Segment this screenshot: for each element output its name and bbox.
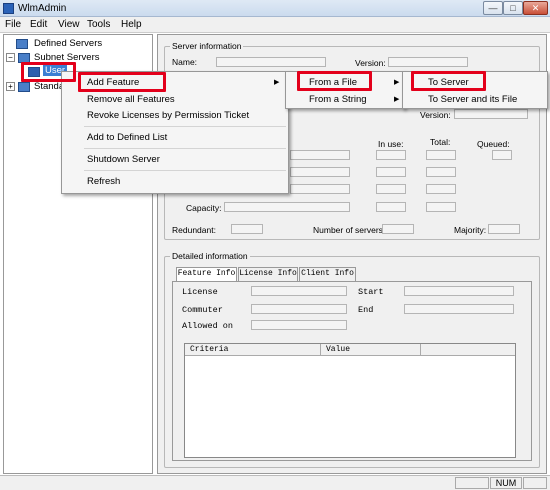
start-label: Start [358, 287, 384, 297]
field [376, 167, 406, 177]
app-icon [3, 3, 14, 14]
column-divider [420, 344, 421, 356]
menu-item-remove-all-features[interactable]: Remove all Features [87, 94, 175, 105]
allowed-on-label: Allowed on [182, 321, 234, 331]
column-header-criteria[interactable]: Criteria [190, 345, 228, 354]
license-field [251, 286, 347, 296]
column-header-value[interactable]: Value [326, 345, 350, 354]
field [426, 184, 456, 194]
submenu-arrow-icon: ▶ [394, 79, 400, 86]
total-label: Total: [430, 137, 451, 147]
field [376, 150, 406, 160]
tab-license-info[interactable]: License Info [238, 267, 298, 281]
version-field-2 [454, 109, 528, 119]
capacity-label: Capacity: [186, 203, 222, 213]
menu-edit[interactable]: Edit [30, 19, 47, 30]
in-use-label: In use: [378, 139, 404, 149]
field [290, 184, 350, 194]
maximize-button[interactable]: □ [503, 1, 523, 15]
menu-separator [84, 170, 286, 171]
tree-label: Defined Servers [34, 38, 103, 49]
group-title: Server information [170, 41, 244, 51]
status-cell [455, 477, 489, 489]
server-icon [16, 39, 28, 49]
highlight-box-user [21, 62, 76, 82]
table-header: Criteria Value [185, 344, 515, 356]
name-field [216, 57, 326, 67]
submenu-arrow-icon: ▶ [394, 96, 400, 103]
close-button[interactable]: ✕ [523, 1, 548, 15]
field [376, 184, 406, 194]
field [376, 202, 406, 212]
majority-label: Majority: [454, 225, 487, 235]
criteria-table[interactable]: Criteria Value [184, 343, 516, 458]
tab-feature-info[interactable]: Feature Info [176, 267, 237, 282]
expand-icon[interactable]: + [6, 82, 15, 91]
field [492, 150, 512, 160]
column-divider [320, 344, 321, 356]
capacity-field [224, 202, 350, 212]
title-bar: WlmAdmin — □ ✕ [0, 0, 550, 17]
menu-item-shutdown-server[interactable]: Shutdown Server [87, 154, 160, 165]
field [290, 150, 350, 160]
submenu-arrow-icon: ▶ [274, 79, 280, 86]
menu-item-add-to-defined-list[interactable]: Add to Defined List [87, 132, 167, 143]
server-icon [18, 82, 30, 92]
field [426, 202, 456, 212]
highlight-box-from-a-file [297, 71, 372, 91]
tree-label: Standa [34, 81, 65, 92]
field [426, 167, 456, 177]
allowed-on-field [251, 320, 347, 330]
queued-label: Queued: [477, 139, 510, 149]
collapse-icon[interactable]: − [6, 53, 15, 62]
number-of-servers-field [382, 224, 414, 234]
status-cell [523, 477, 547, 489]
menu-file[interactable]: File [5, 19, 21, 30]
field [426, 150, 456, 160]
menu-bar: File Edit View Tools Help [0, 17, 550, 33]
num-lock-indicator: NUM [490, 477, 522, 489]
status-bar: NUM [0, 475, 550, 490]
commuter-label: Commuter [182, 305, 223, 315]
menu-separator [84, 148, 286, 149]
menu-view[interactable]: View [58, 19, 80, 30]
name-label: Name: [172, 57, 198, 67]
menu-tools[interactable]: Tools [87, 19, 110, 30]
start-field [404, 286, 514, 296]
number-of-servers-label: Number of servers: [313, 225, 386, 235]
redundant-field [231, 224, 263, 234]
redundant-label: Redundant: [172, 225, 216, 235]
highlight-box-add-feature [78, 72, 166, 92]
menu-separator [84, 126, 286, 127]
end-field [404, 304, 514, 314]
majority-field [488, 224, 520, 234]
menu-item-revoke-licenses[interactable]: Revoke Licenses by Permission Ticket [87, 110, 249, 121]
minimize-button[interactable]: — [483, 1, 503, 15]
menu-item-to-server-and-file[interactable]: To Server and its File [428, 94, 517, 105]
end-label: End [358, 305, 374, 315]
version-field [388, 57, 468, 67]
version-label: Version: [355, 58, 386, 68]
commuter-field [251, 304, 347, 314]
menu-item-refresh[interactable]: Refresh [87, 176, 120, 187]
menu-help[interactable]: Help [121, 19, 142, 30]
tab-client-info[interactable]: Client Info [299, 267, 356, 281]
group-title: Detailed information [170, 251, 250, 261]
field [290, 167, 350, 177]
version-label-2: Version: [420, 110, 451, 120]
license-label: License [182, 287, 218, 297]
window-title: WlmAdmin [18, 3, 67, 14]
menu-item-from-a-string[interactable]: From a String [309, 94, 367, 105]
highlight-box-to-server [411, 71, 486, 91]
